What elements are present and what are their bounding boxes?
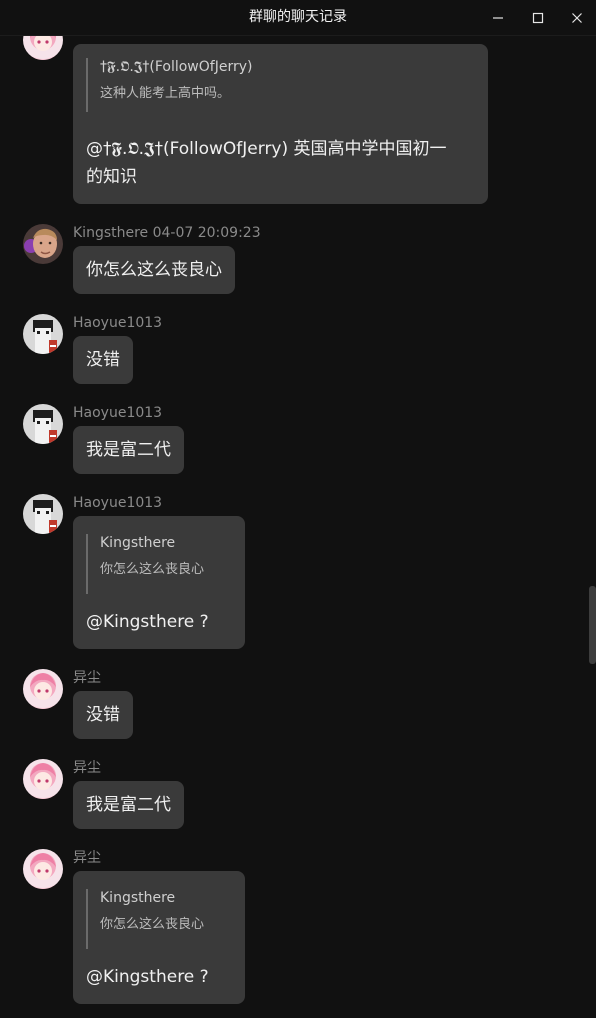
quoted-sender: Kingsthere [100,890,176,906]
quoted-sender: Kingsthere [100,535,176,551]
message-bubble[interactable]: Kingsthere 你怎么这么丧良心 @Kingsthere ? [73,516,245,649]
message-text-line: @†𝕱.𝕺.𝕵†(FollowOfJerry) 英国高中学中国初一 [86,139,447,159]
message-text: @Kingsthere ? [86,612,209,632]
sender-info: Kingsthere 04-07 20:09:23 [73,225,261,241]
sender-info: Haoyue1013 [73,495,163,511]
pixel-character-avatar[interactable] [23,404,63,444]
pixel-character-avatar[interactable] [23,314,63,354]
sender-info: 异尘 [73,760,101,776]
message-text: @†𝕱.𝕺.𝕵†(FollowOfJerry) 英国高中学中国初一 的知识 [86,135,447,191]
message-bubble[interactable]: 我是富二代 [73,781,184,829]
sender-info: 异尘 [73,670,101,686]
anime-girl-avatar[interactable] [23,849,63,889]
message-bubble[interactable]: 你怎么这么丧良心 [73,246,235,294]
message-bubble[interactable]: Kingsthere 你怎么这么丧良心 @Kingsthere ? [73,871,245,1004]
quoted-text: 你怎么这么丧良心 [100,562,205,577]
message-text: 你怎么这么丧良心 [86,260,222,280]
minimize-icon [493,16,503,19]
sender-info: Haoyue1013 [73,405,163,421]
minimize-button[interactable] [478,0,518,35]
pixel-character-avatar[interactable] [23,494,63,534]
quoted-message[interactable]: †𝕱.𝕺.𝕵†(FollowOfJerry) 这种人能考上高中吗。 [86,58,252,112]
message-text: 没错 [86,705,120,725]
message-text: @Kingsthere ? [86,967,209,987]
anime-girl-avatar[interactable] [23,669,63,709]
man-photo-avatar[interactable] [23,224,63,264]
chat-history-window: †𝕱.𝕺.𝕵†(FollowOfJerry) 这种人能考上高中吗。 @†𝕱.𝕺.… [0,0,596,1018]
message-text-line: 的知识 [86,167,137,187]
quoted-message[interactable]: Kingsthere 你怎么这么丧良心 [86,534,204,594]
message-bubble[interactable]: 没错 [73,691,133,739]
sender-info: 异尘 [73,850,101,866]
message-list[interactable]: †𝕱.𝕺.𝕵†(FollowOfJerry) 这种人能考上高中吗。 @†𝕱.𝕺.… [0,0,596,1018]
quoted-text: 你怎么这么丧良心 [100,917,205,932]
close-icon [572,12,582,23]
message-bubble[interactable]: †𝕱.𝕺.𝕵†(FollowOfJerry) 这种人能考上高中吗。 @†𝕱.𝕺.… [73,44,488,204]
message-text: 我是富二代 [86,440,171,460]
close-button[interactable] [557,0,596,35]
sender-info: Haoyue1013 [73,315,163,331]
title-bar: 群聊的聊天记录 [0,0,596,36]
quoted-message[interactable]: Kingsthere 你怎么这么丧良心 [86,889,204,949]
message-text: 没错 [86,350,120,370]
message-bubble[interactable]: 我是富二代 [73,426,184,474]
quoted-sender: †𝕱.𝕺.𝕵†(FollowOfJerry) [100,59,253,75]
message-bubble[interactable]: 没错 [73,336,133,384]
quoted-text: 这种人能考上高中吗。 [100,86,231,101]
maximize-icon [532,12,544,23]
message-text: 我是富二代 [86,795,171,815]
scrollbar-thumb[interactable] [589,586,596,664]
anime-girl-avatar[interactable] [23,759,63,799]
maximize-button[interactable] [518,0,558,35]
